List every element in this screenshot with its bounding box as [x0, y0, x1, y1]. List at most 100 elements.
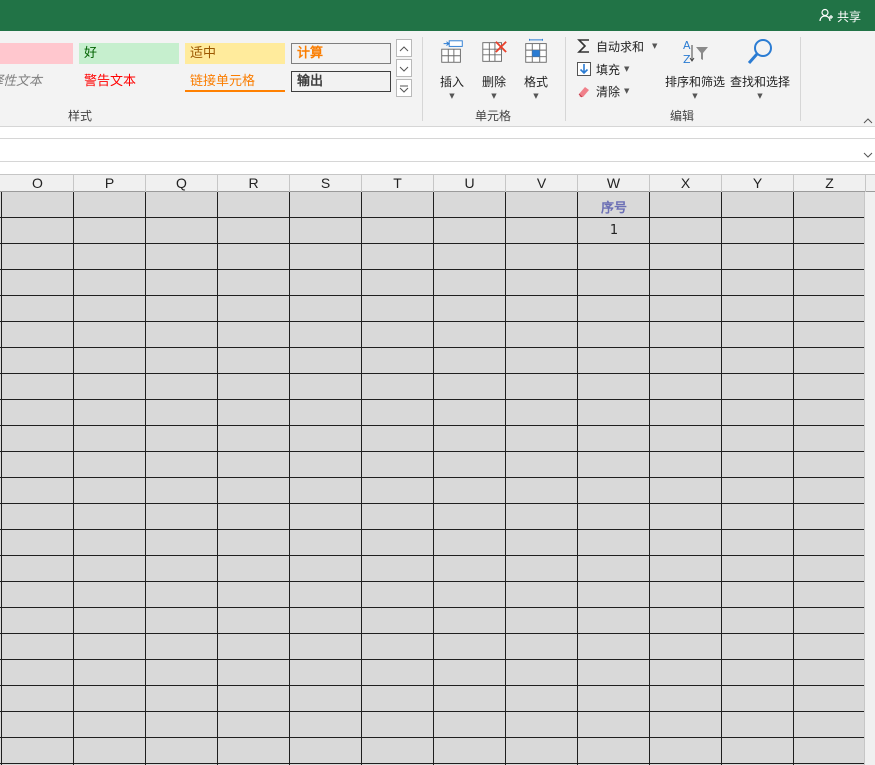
column-header-x[interactable]: X [650, 175, 722, 192]
style-output[interactable]: 输出 [291, 71, 391, 92]
fill-down-icon [576, 61, 592, 77]
gridline-vertical [1, 192, 2, 765]
gridline-horizontal [0, 321, 865, 322]
user-icon [819, 8, 833, 25]
find-select-button[interactable]: 查找和选择 ▼ [730, 37, 790, 100]
gridline-horizontal [0, 607, 865, 608]
title-bar: 共享 [0, 0, 875, 31]
insert-cells-icon [437, 37, 467, 67]
gridline-horizontal [0, 763, 865, 764]
gridline-horizontal [0, 399, 865, 400]
gridline-horizontal [0, 503, 865, 504]
dropdown-arrow-icon: ▼ [624, 65, 630, 73]
group-label-cells: 单元格 [474, 109, 511, 123]
group-label-editing: 编辑 [669, 109, 694, 123]
dropdown-arrow-icon: ▼ [757, 92, 763, 100]
cell-w2-value[interactable]: 1 [578, 223, 650, 238]
gridline-vertical [793, 192, 794, 765]
gridline-vertical [721, 192, 722, 765]
column-header-v[interactable]: V [506, 175, 578, 192]
sort-filter-button[interactable]: AZ 排序和筛选 ▼ [664, 37, 726, 100]
insert-label: 插入 [439, 75, 464, 89]
insert-button[interactable]: 插入 ▼ [436, 37, 468, 100]
gridline-horizontal [0, 633, 865, 634]
style-explanatory[interactable]: 解释性文本 [0, 71, 73, 92]
style-explanatory-label: 解释性文本 [0, 74, 43, 89]
gridline-horizontal [0, 269, 865, 270]
gridline-horizontal [0, 711, 865, 712]
gridline-vertical [289, 192, 290, 765]
gallery-up-button[interactable] [396, 39, 412, 57]
sort-filter-icon: AZ [680, 37, 710, 67]
column-header-p[interactable]: P [74, 175, 146, 192]
fill-label: 填充 [596, 62, 621, 77]
delete-cells-icon [479, 37, 509, 67]
style-good[interactable]: 好 [79, 43, 179, 64]
gridline-horizontal [0, 659, 865, 660]
dropdown-arrow-icon: ▼ [491, 92, 497, 100]
worksheet-grid[interactable]: 序号 1 [0, 192, 865, 765]
format-label: 格式 [523, 75, 548, 89]
excel-window: 共享 好 适中 计算 解释性文本 警告文本 链接单元格 输出 样式 插入 ▼ [0, 0, 875, 765]
delete-button[interactable]: 删除 ▼ [478, 37, 510, 100]
gridline-horizontal [0, 347, 865, 348]
share-label: 共享 [836, 9, 861, 24]
formula-bar[interactable] [0, 138, 875, 162]
collapse-ribbon-button[interactable] [863, 111, 873, 124]
vertical-scrollbar[interactable] [864, 192, 875, 765]
share-button[interactable]: 共享 [819, 6, 861, 26]
magnifier-icon [745, 37, 775, 67]
gridline-vertical [577, 192, 578, 765]
gridline-horizontal [0, 737, 865, 738]
gridline-vertical [73, 192, 74, 765]
style-bad[interactable] [0, 43, 73, 64]
autosum-button[interactable]: 自动求和 ▼ [576, 36, 657, 56]
style-calculation[interactable]: 计算 [291, 43, 391, 64]
column-header-z[interactable]: Z [794, 175, 866, 192]
group-divider [422, 37, 423, 121]
gridline-horizontal [0, 243, 865, 244]
column-header-y[interactable]: Y [722, 175, 794, 192]
column-header-r[interactable]: R [218, 175, 290, 192]
column-header-s[interactable]: S [290, 175, 362, 192]
eraser-icon [576, 83, 592, 99]
column-header-q[interactable]: Q [146, 175, 218, 192]
fill-button[interactable]: 填充 ▼ [576, 59, 629, 79]
sigma-icon [576, 38, 592, 54]
column-header-t[interactable]: T [362, 175, 434, 192]
format-button[interactable]: 格式 ▼ [520, 37, 552, 100]
column-header-w[interactable]: W [578, 175, 650, 192]
chevron-down-icon [863, 145, 873, 164]
column-header-o[interactable]: O [2, 175, 74, 192]
cell-w1-header[interactable]: 序号 [578, 197, 650, 216]
gridline-horizontal [0, 529, 865, 530]
gridline-vertical [361, 192, 362, 765]
gallery-down-button[interactable] [396, 59, 412, 77]
style-neutral[interactable]: 适中 [185, 43, 285, 64]
clear-button[interactable]: 清除 ▼ [576, 81, 629, 101]
group-label-styles: 样式 [67, 109, 92, 123]
gridline-vertical [505, 192, 506, 765]
sort-filter-label: 排序和筛选 [664, 75, 725, 89]
gallery-more-button[interactable] [396, 79, 412, 97]
dropdown-arrow-icon: ▼ [624, 87, 630, 95]
ribbon: 好 适中 计算 解释性文本 警告文本 链接单元格 输出 样式 插入 ▼ [0, 31, 875, 127]
column-headers: OPQRSTUVWXYZ [0, 174, 875, 192]
gridline-vertical [433, 192, 434, 765]
expand-formula-bar-button[interactable] [863, 145, 873, 158]
chevron-down-icon [399, 59, 409, 78]
gridline-horizontal [0, 373, 865, 374]
dropdown-arrow-icon: ▼ [533, 92, 539, 100]
gridline-vertical [649, 192, 650, 765]
autosum-label: 自动求和 [596, 39, 645, 54]
group-divider [565, 37, 566, 121]
gridline-horizontal [0, 217, 865, 218]
dropdown-arrow-icon: ▼ [692, 92, 698, 100]
gridline-horizontal [0, 295, 865, 296]
gridline-vertical [145, 192, 146, 765]
gridline-horizontal [0, 425, 865, 426]
style-warning[interactable]: 警告文本 [79, 71, 179, 92]
column-header-u[interactable]: U [434, 175, 506, 192]
group-divider [800, 37, 801, 121]
style-linked-cell[interactable]: 链接单元格 [185, 71, 285, 92]
